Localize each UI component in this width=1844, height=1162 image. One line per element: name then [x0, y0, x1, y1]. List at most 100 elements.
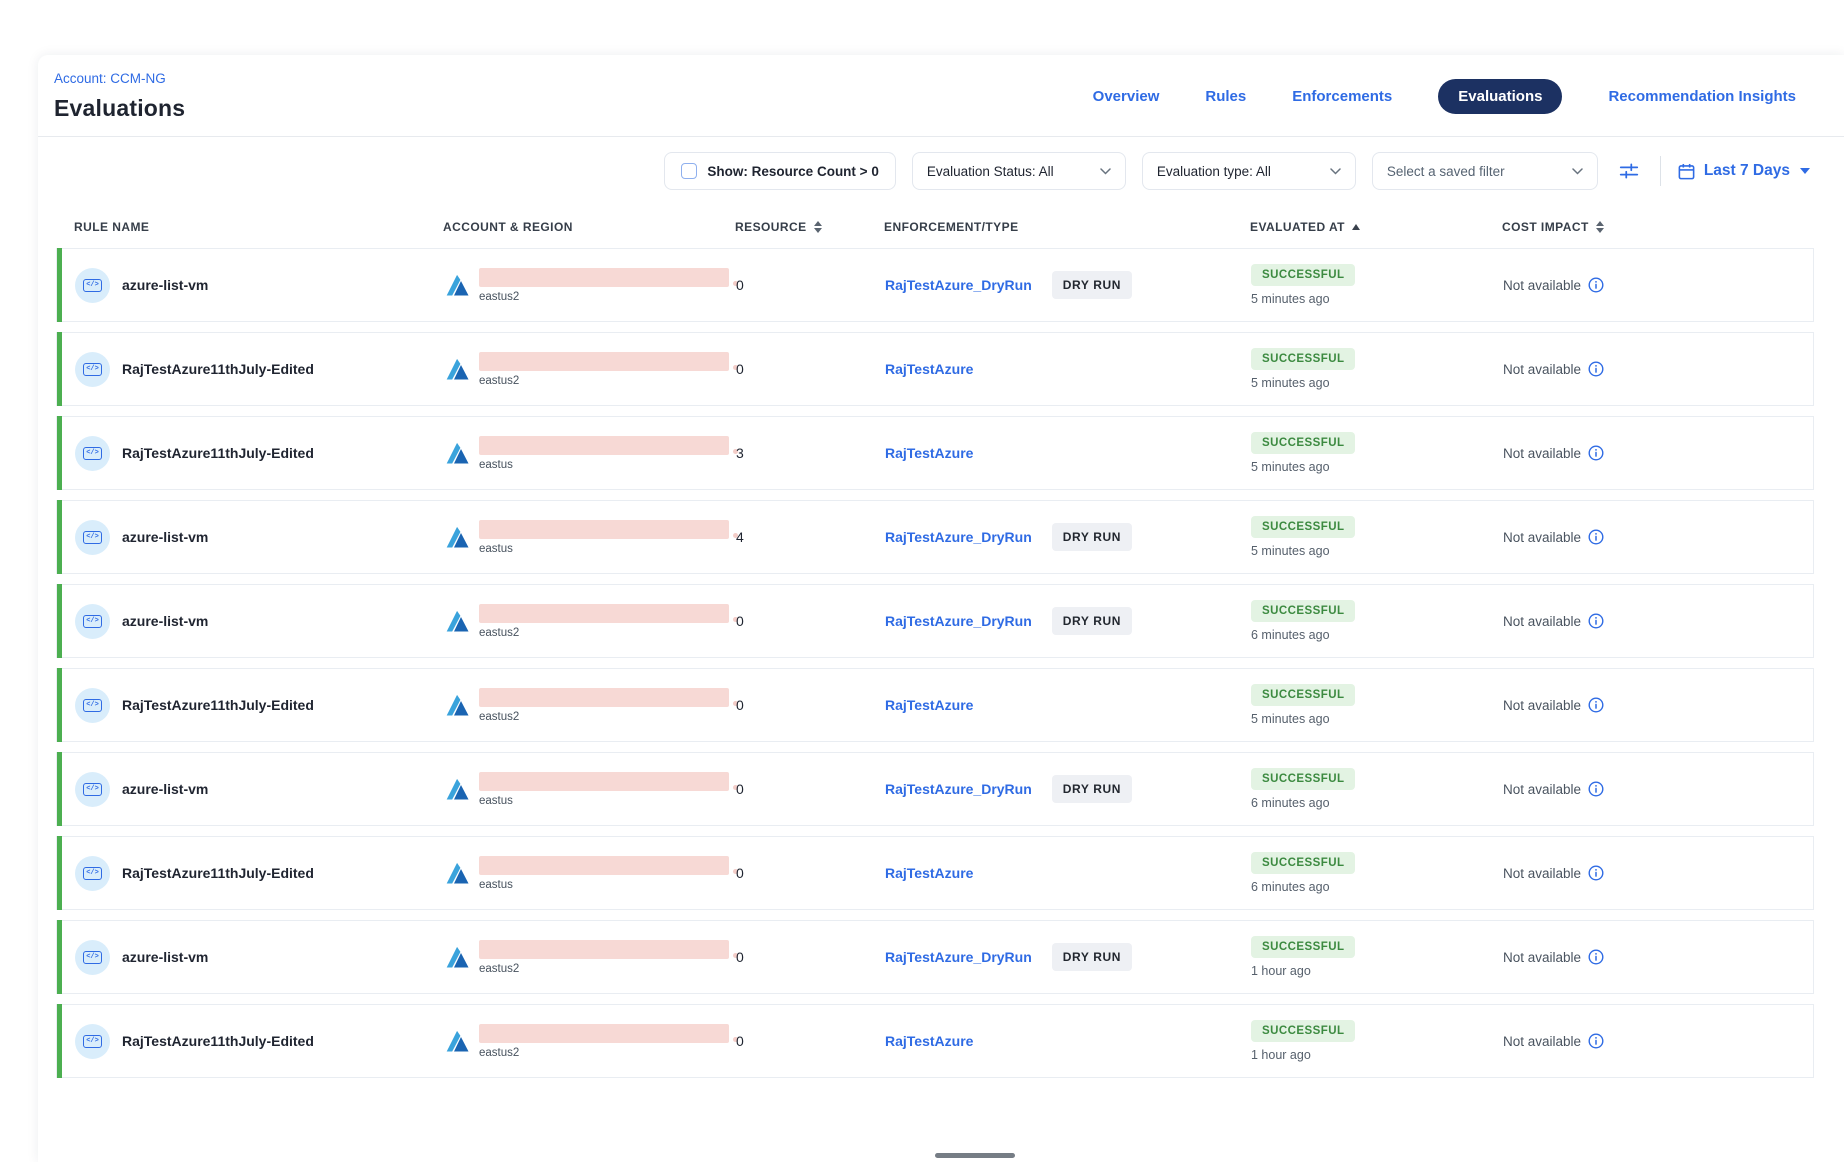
code-rule-icon: </>	[83, 447, 102, 460]
filter-settings-button[interactable]	[1614, 156, 1644, 186]
nav-tab-overview[interactable]: Overview	[1093, 88, 1160, 105]
info-icon[interactable]	[1588, 865, 1604, 881]
evaluation-type-dropdown[interactable]: Evaluation type: All	[1142, 152, 1356, 190]
sort-ascending-icon[interactable]	[1352, 224, 1360, 230]
horizontal-scrollbar-thumb[interactable]	[935, 1153, 1015, 1158]
evaluated-timestamp: 5 minutes ago	[1251, 712, 1330, 726]
resource-count-cell: 0	[736, 949, 885, 965]
info-icon[interactable]	[1588, 781, 1604, 797]
enforcement-cell: RajTestAzure_DryRun DRY RUN	[885, 607, 1251, 635]
chevron-down-icon	[1572, 168, 1583, 175]
redacted-account-name	[479, 772, 738, 791]
rule-name: azure-list-vm	[122, 781, 208, 797]
dry-run-badge: DRY RUN	[1052, 271, 1132, 299]
page-header-left: Account: CCM-NG Evaluations	[54, 71, 185, 122]
azure-logo-icon	[444, 944, 471, 971]
cost-impact-cell: Not available	[1503, 445, 1813, 461]
caret-down-icon	[1800, 168, 1810, 174]
row-status-accent-bar	[57, 1004, 62, 1078]
region-label: eastus2	[479, 963, 738, 975]
enforcement-cell: RajTestAzure DRY RUN	[885, 445, 1251, 461]
code-rule-icon: </>	[83, 363, 102, 376]
evaluated-timestamp: 5 minutes ago	[1251, 376, 1330, 390]
redaction-bar	[479, 604, 729, 623]
rule-name: RajTestAzure11thJuly-Edited	[122, 865, 314, 881]
rule-name: azure-list-vm	[122, 277, 208, 293]
rule-icon: </>	[75, 688, 110, 723]
account-breadcrumb[interactable]: Account: CCM-NG	[54, 71, 185, 86]
resource-count-cell: 0	[736, 613, 885, 629]
rule-name-cell: </> RajTestAzure11thJuly-Edited	[75, 856, 444, 891]
evaluation-status-value: Evaluation Status: All	[927, 164, 1054, 179]
column-header-resource[interactable]: RESOURCE	[735, 220, 884, 234]
rule-icon: </>	[75, 772, 110, 807]
table-row[interactable]: </> azure-list-vm eastus 0 RajTestAzur	[56, 752, 1814, 826]
row-status-accent-bar	[57, 500, 62, 574]
account-info: eastus	[479, 436, 738, 471]
chevron-down-icon	[1330, 168, 1341, 175]
info-icon[interactable]	[1588, 697, 1604, 713]
enforcement-link[interactable]: RajTestAzure_DryRun	[885, 529, 1032, 545]
table-row[interactable]: </> azure-list-vm eastus2 0 RajTestAzu	[56, 584, 1814, 658]
table-row[interactable]: </> RajTestAzure11thJuly-Edited eastus 3	[56, 416, 1814, 490]
table-row[interactable]: </> azure-list-vm eastus2 0 RajTestAzu	[56, 920, 1814, 994]
enforcement-link[interactable]: RajTestAzure_DryRun	[885, 613, 1032, 629]
enforcement-link[interactable]: RajTestAzure	[885, 445, 973, 461]
evaluation-status-dropdown[interactable]: Evaluation Status: All	[912, 152, 1126, 190]
filter-bar-divider	[1660, 156, 1661, 186]
row-status-accent-bar	[57, 416, 62, 490]
resource-count-checkbox[interactable]	[681, 163, 697, 179]
info-icon[interactable]	[1588, 361, 1604, 377]
nav-tab-recommendation-insights[interactable]: Recommendation Insights	[1608, 88, 1796, 105]
table-row[interactable]: </> azure-list-vm eastus 4 RajTestAzur	[56, 500, 1814, 574]
column-header-cost-impact[interactable]: COST IMPACT	[1502, 220, 1814, 234]
table-row[interactable]: </> RajTestAzure11thJuly-Edited eastus2 …	[56, 332, 1814, 406]
region-label: eastus	[479, 543, 738, 555]
filter-bar: Show: Resource Count > 0 Evaluation Stat…	[38, 137, 1844, 206]
table-row[interactable]: </> azure-list-vm eastus2 0 RajTestAzu	[56, 248, 1814, 322]
info-icon[interactable]	[1588, 445, 1604, 461]
azure-logo-icon	[444, 608, 471, 635]
saved-filter-dropdown[interactable]: Select a saved filter	[1372, 152, 1598, 190]
evaluated-at-cell: SUCCESSFUL 6 minutes ago	[1251, 852, 1503, 894]
date-range-picker[interactable]: Last 7 Days	[1677, 162, 1810, 181]
cost-impact-value: Not available	[1503, 782, 1581, 797]
column-header-evaluated-at[interactable]: EVALUATED AT	[1250, 220, 1502, 234]
row-status-accent-bar	[57, 920, 62, 994]
column-label: EVALUATED AT	[1250, 220, 1345, 234]
nav-tab-enforcements[interactable]: Enforcements	[1292, 88, 1392, 105]
table-header-row: RULE NAME ACCOUNT & REGION RESOURCE ENFO…	[56, 210, 1814, 248]
show-resource-count-filter[interactable]: Show: Resource Count > 0	[664, 152, 895, 190]
info-icon[interactable]	[1588, 949, 1604, 965]
enforcement-link[interactable]: RajTestAzure_DryRun	[885, 277, 1032, 293]
info-icon[interactable]	[1588, 277, 1604, 293]
enforcement-link[interactable]: RajTestAzure	[885, 1033, 973, 1049]
cost-impact-value: Not available	[1503, 446, 1581, 461]
evaluated-at-cell: SUCCESSFUL 5 minutes ago	[1251, 348, 1503, 390]
sort-icon[interactable]	[1596, 221, 1604, 233]
enforcement-link[interactable]: RajTestAzure_DryRun	[885, 781, 1032, 797]
code-rule-icon: </>	[83, 279, 102, 292]
info-icon[interactable]	[1588, 529, 1604, 545]
info-icon[interactable]	[1588, 613, 1604, 629]
status-badge: SUCCESSFUL	[1251, 264, 1355, 286]
resource-count-cell: 0	[736, 1033, 885, 1049]
enforcement-link[interactable]: RajTestAzure	[885, 865, 973, 881]
table-row[interactable]: </> RajTestAzure11thJuly-Edited eastus2 …	[56, 668, 1814, 742]
redacted-account-name	[479, 1024, 738, 1043]
redaction-bar	[479, 688, 729, 707]
table-row[interactable]: </> RajTestAzure11thJuly-Edited eastus2 …	[56, 1004, 1814, 1078]
info-icon[interactable]	[1588, 1033, 1604, 1049]
nav-tab-evaluations-active[interactable]: Evaluations	[1438, 79, 1562, 114]
rule-name-cell: </> azure-list-vm	[75, 268, 444, 303]
azure-logo-icon	[444, 440, 471, 467]
enforcement-link[interactable]: RajTestAzure	[885, 697, 973, 713]
nav-tab-rules[interactable]: Rules	[1205, 88, 1246, 105]
azure-logo-icon	[444, 524, 471, 551]
sort-icon[interactable]	[814, 221, 822, 233]
enforcement-link[interactable]: RajTestAzure	[885, 361, 973, 377]
resource-count-label: Show: Resource Count > 0	[707, 164, 878, 179]
evaluated-timestamp: 5 minutes ago	[1251, 292, 1330, 306]
table-row[interactable]: </> RajTestAzure11thJuly-Edited eastus 0	[56, 836, 1814, 910]
enforcement-link[interactable]: RajTestAzure_DryRun	[885, 949, 1032, 965]
